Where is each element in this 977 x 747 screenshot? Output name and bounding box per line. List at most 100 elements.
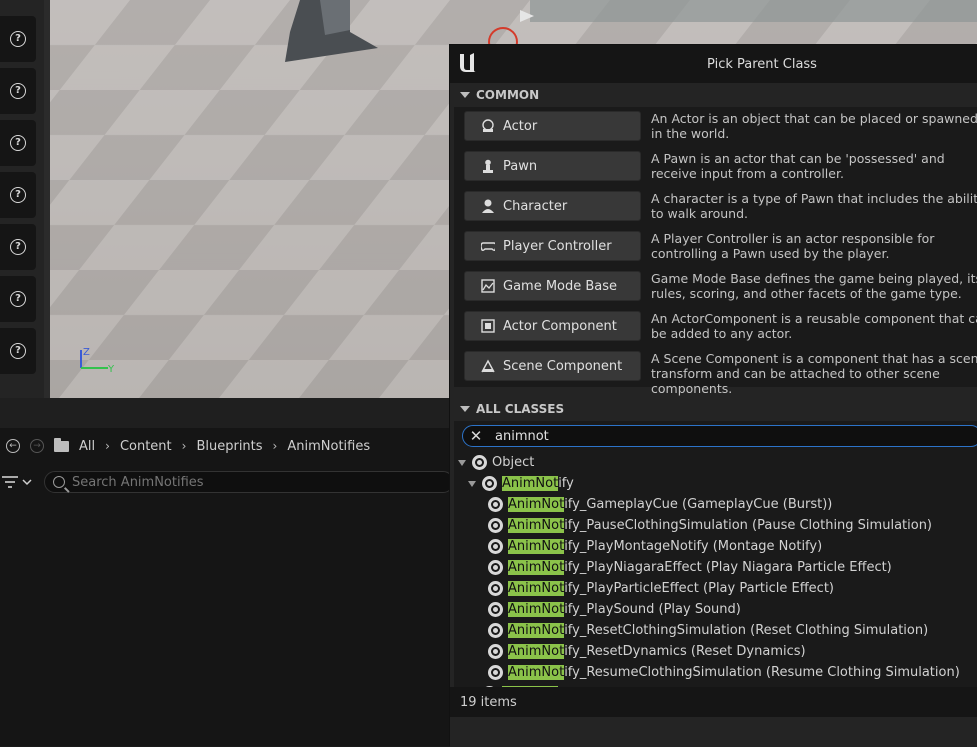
asset-search-input[interactable] xyxy=(72,474,432,490)
question-icon: ? xyxy=(10,187,26,203)
help-button[interactable]: ? xyxy=(0,68,36,114)
class-tree-row[interactable]: AnimNotify_PlayMontageNotify (Montage No… xyxy=(488,536,822,557)
pick-parent-class-dialog: Pick Parent Class COMMON Actor An Actor … xyxy=(449,44,977,747)
breadcrumb-animnotifies[interactable]: AnimNotifies xyxy=(287,439,370,454)
dialog-footer xyxy=(450,717,977,747)
dialog-title: Pick Parent Class xyxy=(707,57,817,72)
game-mode-icon xyxy=(481,279,495,293)
actor-component-description: An ActorComponent is a reusable componen… xyxy=(651,311,977,341)
search-match-highlight: AnimNot xyxy=(508,560,565,575)
pawn-description: A Pawn is an actor that can be 'possesse… xyxy=(651,151,945,181)
common-classes-list: Actor An Actor is an object that can be … xyxy=(454,107,977,396)
search-match-highlight: AnimNot xyxy=(508,518,565,533)
filter-icon xyxy=(2,476,18,488)
class-tree-row[interactable]: AnimNotify_PlaySound (Play Sound) xyxy=(488,599,741,620)
character-button[interactable]: Character xyxy=(464,191,641,221)
clear-search-icon[interactable]: ✕ xyxy=(466,426,486,446)
breadcrumb: ← → All › Content › Blueprints › AnimNot… xyxy=(0,432,450,460)
common-section-header[interactable]: COMMON xyxy=(454,84,977,106)
dialog-title-bar[interactable]: Pick Parent Class xyxy=(450,45,977,83)
character-icon xyxy=(481,199,495,213)
help-button[interactable]: ? xyxy=(0,120,36,166)
help-button[interactable]: ? xyxy=(0,276,36,322)
class-tree-label: AnimNotify_ResumeClothingSimulation (Res… xyxy=(508,665,960,680)
help-button[interactable]: ? xyxy=(0,224,36,270)
class-tree-label: AnimNotify_ResetClothingSimulation (Rese… xyxy=(508,623,929,638)
class-tree-row[interactable]: AnimNotify_ResetDynamics (Reset Dynamics… xyxy=(488,641,806,662)
back-icon[interactable]: ← xyxy=(6,439,20,453)
player-controller-description: A Player Controller is an actor responsi… xyxy=(651,231,935,261)
question-icon: ? xyxy=(10,239,26,255)
class-tree-row[interactable]: AnimNotify_GameplayCue (GameplayCue (Bur… xyxy=(488,494,832,515)
class-tree-label: AnimNotify_PlayMontageNotify (Montage No… xyxy=(508,539,823,554)
class-icon xyxy=(488,497,503,512)
class-tree-row[interactable]: AnimNotify_ResetClothingSimulation (Rese… xyxy=(488,620,928,641)
class-tree-row[interactable]: AnimNotify_PlayParticleEffect (Play Part… xyxy=(488,578,834,599)
collapse-triangle-icon[interactable] xyxy=(460,406,470,412)
actor-icon xyxy=(481,119,495,133)
asset-search-box[interactable] xyxy=(44,471,454,493)
class-tree-row[interactable]: Object xyxy=(458,452,534,473)
common-class-row: Player Controller A Player Controller is… xyxy=(454,227,977,267)
question-icon: ? xyxy=(10,31,26,47)
breadcrumb-content[interactable]: Content xyxy=(120,439,172,454)
help-button[interactable]: ? xyxy=(0,328,36,374)
search-icon xyxy=(53,476,65,488)
class-icon xyxy=(482,476,497,491)
class-tree-row[interactable]: AnimNotify_ResumeClothingSimulation (Res… xyxy=(488,662,960,683)
class-icon xyxy=(488,518,503,533)
common-class-row: Pawn A Pawn is an actor that can be 'pos… xyxy=(454,147,977,187)
class-tree-row[interactable]: AnimNotify_PauseClothingSimulation (Paus… xyxy=(488,515,932,536)
filter-button[interactable] xyxy=(2,472,36,492)
question-icon: ? xyxy=(10,135,26,151)
all-classes-section-header[interactable]: ALL CLASSES xyxy=(454,398,977,420)
expand-triangle-icon[interactable] xyxy=(468,480,476,487)
common-class-row: Actor Component An ActorComponent is a r… xyxy=(454,307,977,347)
class-tree-row[interactable]: AnimNotify_PlayNiagaraEffect (Play Niaga… xyxy=(488,557,892,578)
actor-description: An Actor is an object that can be placed… xyxy=(651,111,977,141)
breadcrumb-blueprints[interactable]: Blueprints xyxy=(196,439,262,454)
scene-component-description: A Scene Component is a component that ha… xyxy=(651,351,977,396)
search-match-highlight: AnimNot xyxy=(508,602,565,617)
all-classes-panel: ✕ Object AnimNotify AnimNotify_GameplayCue… xyxy=(454,421,977,687)
pawn-label: Pawn xyxy=(503,158,538,174)
chevron-right-icon[interactable]: › xyxy=(105,439,110,453)
class-icon xyxy=(488,665,503,680)
class-icon xyxy=(488,602,503,617)
search-match-highlight: AnimNot xyxy=(508,497,565,512)
game-mode-base-button[interactable]: Game Mode Base xyxy=(464,271,641,301)
pawn-button[interactable]: Pawn xyxy=(464,151,641,181)
search-match-highlight: AnimNot xyxy=(508,539,565,554)
actor-component-label: Actor Component xyxy=(503,318,617,334)
player-controller-button[interactable]: Player Controller xyxy=(464,231,641,261)
common-class-row: Actor An Actor is an object that can be … xyxy=(454,107,977,147)
actor-button[interactable]: Actor xyxy=(464,111,641,141)
collapse-triangle-icon[interactable] xyxy=(460,92,470,98)
scene-component-icon xyxy=(481,359,495,373)
help-button[interactable]: ? xyxy=(0,16,36,62)
actor-component-button[interactable]: Actor Component xyxy=(464,311,641,341)
class-icon xyxy=(488,644,503,659)
class-icon xyxy=(488,623,503,638)
actor-component-icon xyxy=(481,319,495,333)
status-bar: 19 items xyxy=(450,687,977,717)
common-class-row: Game Mode Base Game Mode Base defines th… xyxy=(454,267,977,307)
class-tree-row[interactable]: AnimNotify xyxy=(468,473,574,494)
search-match-highlight: AnimNot xyxy=(508,665,565,680)
class-tree-label: AnimNotify xyxy=(502,476,574,491)
chevron-right-icon[interactable]: › xyxy=(273,439,278,453)
help-button[interactable]: ? xyxy=(0,172,36,218)
class-search-box[interactable]: ✕ xyxy=(462,425,977,447)
search-match-highlight: AnimNot xyxy=(508,581,565,596)
chevron-right-icon[interactable]: › xyxy=(182,439,187,453)
class-search-input[interactable] xyxy=(495,428,965,444)
breadcrumb-all[interactable]: All xyxy=(79,439,95,454)
axis-y-label: Y xyxy=(107,364,115,374)
scene-component-button[interactable]: Scene Component xyxy=(464,351,641,381)
forward-icon[interactable]: → xyxy=(30,439,44,453)
expand-triangle-icon[interactable] xyxy=(458,459,466,466)
pawn-icon xyxy=(481,159,495,173)
actor-label: Actor xyxy=(503,118,538,134)
folder-icon[interactable] xyxy=(54,437,69,452)
character-description: A character is a type of Pawn that inclu… xyxy=(651,191,977,221)
